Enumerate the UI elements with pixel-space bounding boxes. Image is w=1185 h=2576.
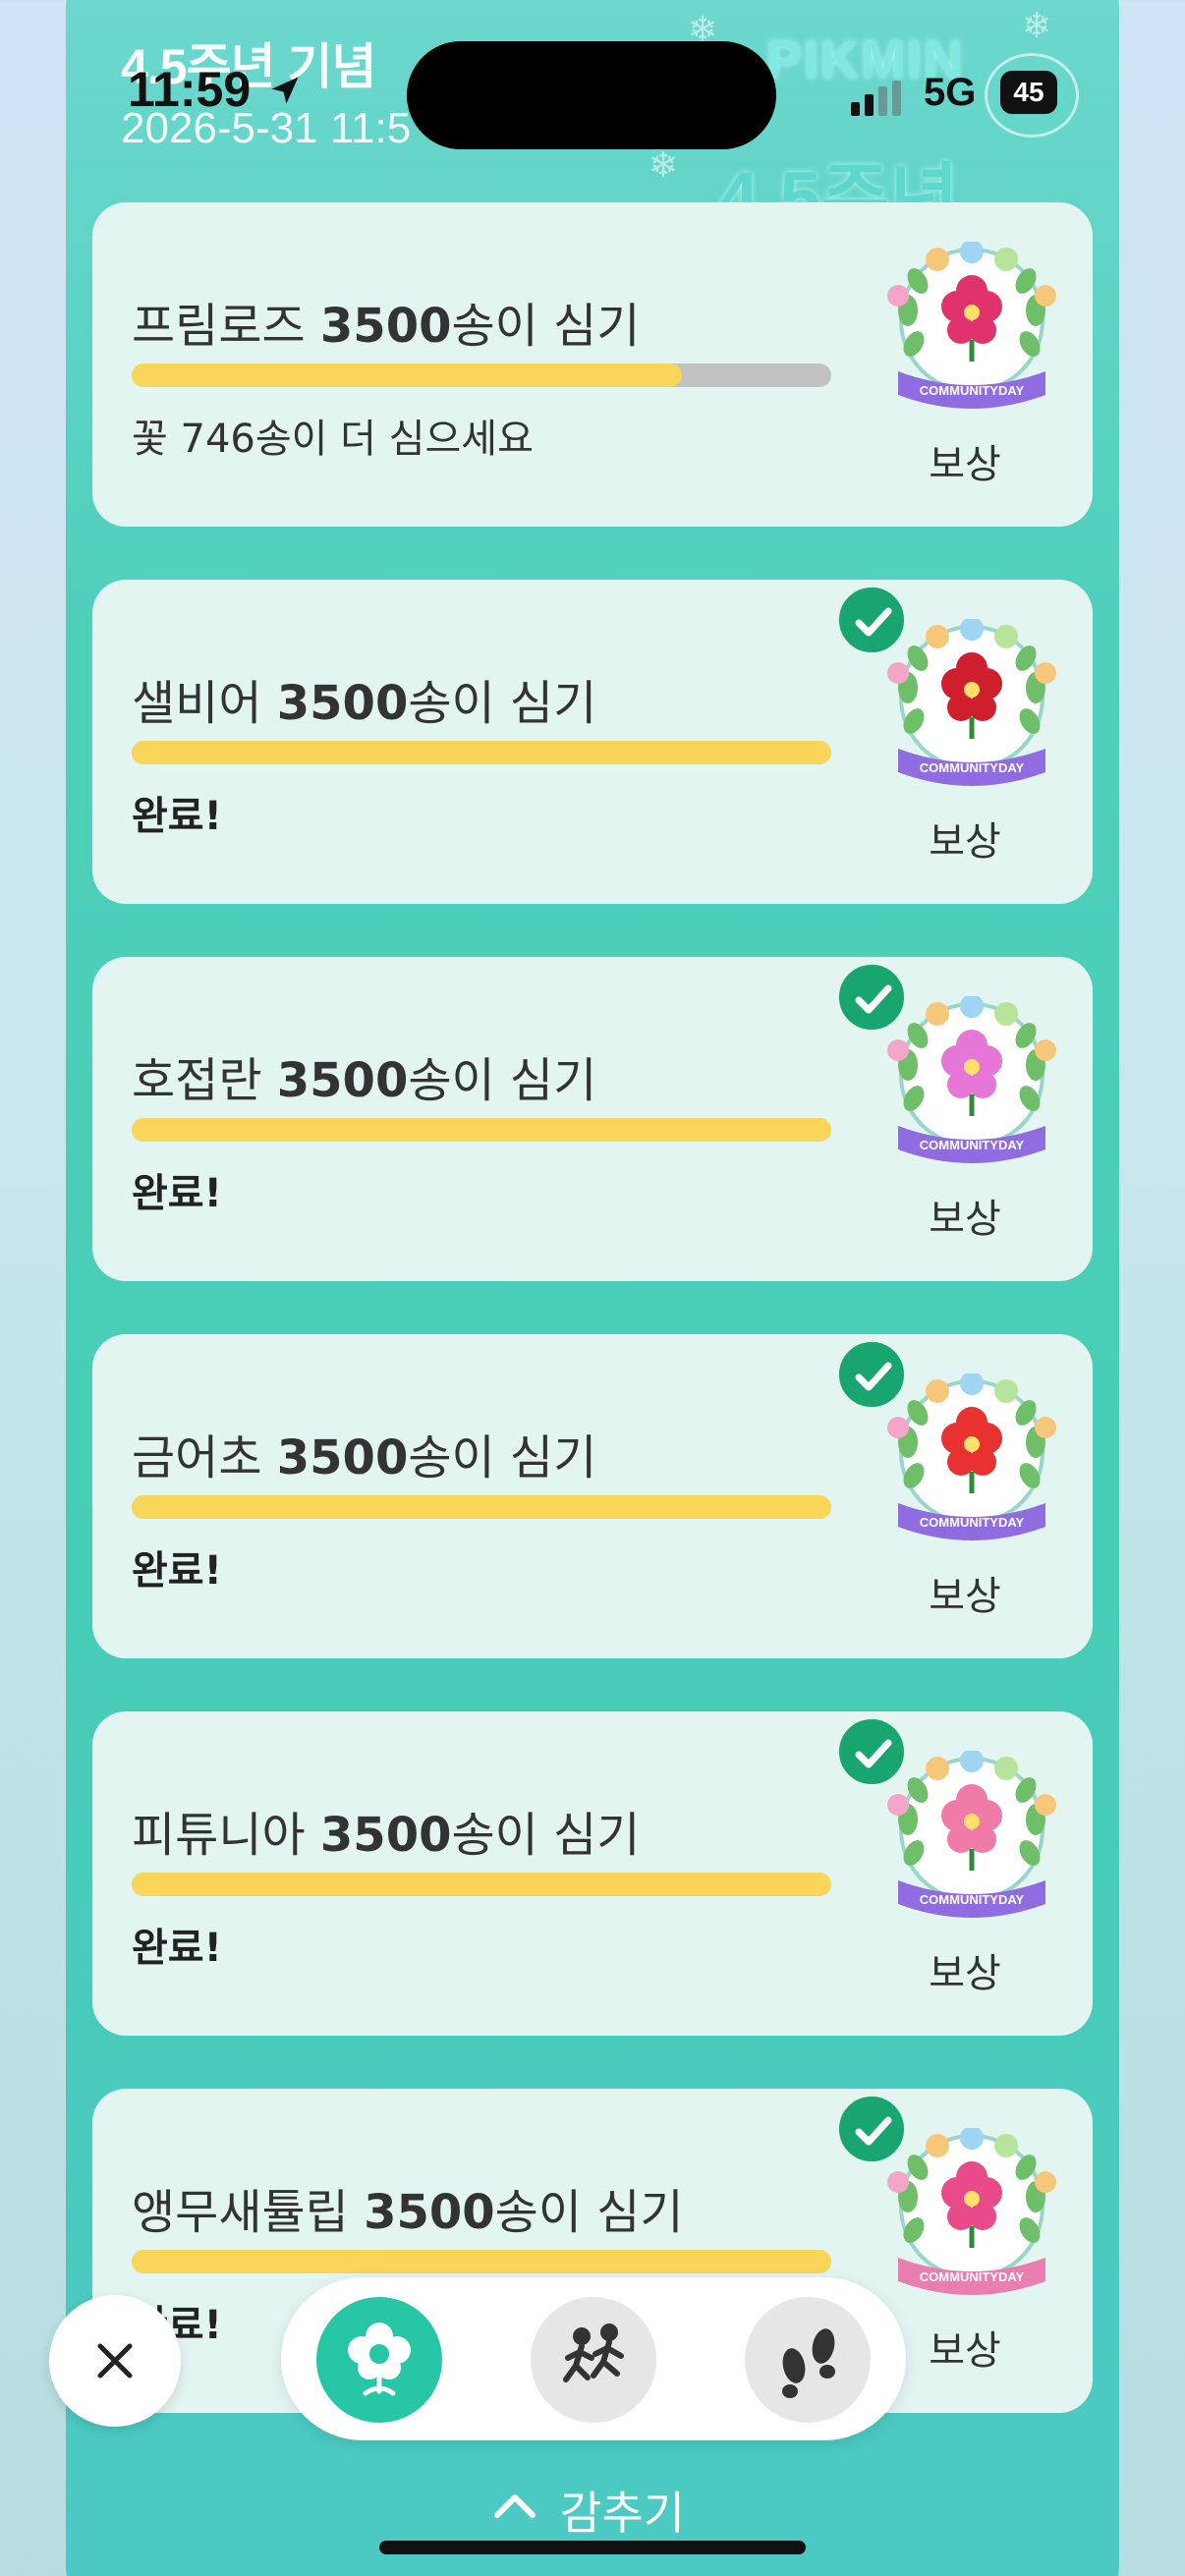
progress-bar (132, 364, 831, 387)
reward-label: 보상 (929, 1951, 1001, 1996)
flower-icon (348, 2323, 411, 2396)
challenge-status: 완료! (132, 794, 222, 839)
progress-bar (132, 1118, 831, 1142)
challenge-title: 호접란 3500송이 심기 (132, 1053, 597, 1108)
progress-bar (132, 1495, 831, 1519)
hide-label: 감추기 (560, 2487, 685, 2540)
dynamic-island (407, 41, 776, 149)
reward-label: 보상 (929, 1574, 1001, 1619)
challenge-status: 완료! (132, 1171, 222, 1216)
footprints-icon (782, 2328, 835, 2398)
completed-check-icon (835, 961, 908, 1034)
steps-mode-button[interactable] (745, 2297, 871, 2423)
badge-text: COMMUNITYDAY (920, 2269, 1025, 2284)
progress-fill (132, 1873, 831, 1896)
close-button[interactable] (49, 2295, 181, 2427)
reward-label: 보상 (929, 1197, 1001, 1242)
reward-badge-icon[interactable]: COMMUNITYDAY (878, 242, 1065, 419)
progress-fill (132, 364, 683, 387)
challenge-status: 완료! (132, 1926, 222, 1971)
completed-check-icon (835, 584, 908, 656)
challenge-card[interactable]: 금어초 3500송이 심기완료! COMMUNITYDAY 보상 (92, 1334, 1093, 1658)
reward-label: 보상 (929, 819, 1001, 865)
home-indicator[interactable] (379, 2541, 806, 2554)
challenge-title: 앵무새튤립 3500송이 심기 (132, 2185, 684, 2240)
challenge-card[interactable]: 호접란 3500송이 심기완료! COMMUNITYDAY 보상 (92, 957, 1093, 1281)
progress-bar (132, 2250, 831, 2273)
progress-fill (132, 1495, 831, 1519)
progress-fill (132, 1118, 831, 1142)
location-arrow-icon (271, 77, 299, 104)
challenge-status: 꽃 746송이 더 심으세요 (132, 417, 534, 462)
close-icon (97, 2343, 133, 2379)
walk-mode-button[interactable] (531, 2297, 656, 2423)
challenge-title: 프림로즈 3500송이 심기 (132, 299, 641, 354)
running-people-icon (563, 2324, 624, 2382)
challenge-card[interactable]: 샐비어 3500송이 심기완료! COMMUNITYDAY 보상 (92, 580, 1093, 904)
clock: 11:59 (128, 62, 252, 117)
badge-text: COMMUNITYDAY (920, 1138, 1025, 1152)
reward-badge-icon[interactable]: COMMUNITYDAY (878, 2128, 1065, 2305)
progress-fill (132, 741, 831, 764)
challenge-title: 샐비어 3500송이 심기 (132, 676, 597, 731)
reward-badge-icon[interactable]: COMMUNITYDAY (878, 1373, 1065, 1550)
completed-check-icon (835, 1715, 908, 1788)
badge-text: COMMUNITYDAY (920, 1892, 1025, 1907)
badge-text: COMMUNITYDAY (920, 760, 1025, 775)
progress-bar (132, 741, 831, 764)
mode-switcher (281, 2277, 906, 2440)
completed-check-icon (835, 2093, 908, 2165)
challenge-title: 금어초 3500송이 심기 (132, 1430, 597, 1485)
flower-mode-button[interactable] (316, 2297, 442, 2423)
status-bar: 11:59 5G 45 (0, 0, 1185, 196)
badge-text: COMMUNITYDAY (920, 1515, 1025, 1530)
reward-label: 보상 (929, 442, 1001, 487)
challenge-card[interactable]: 프림로즈 3500송이 심기꽃 746송이 더 심으세요 COMMUNITYDA… (92, 202, 1093, 527)
reward-badge-icon[interactable]: COMMUNITYDAY (878, 1751, 1065, 1928)
progress-bar (132, 1873, 831, 1896)
completed-check-icon (835, 1338, 908, 1411)
chevron-up-icon (494, 2494, 536, 2518)
network-type: 5G (924, 71, 977, 114)
badge-text: COMMUNITYDAY (920, 383, 1025, 398)
challenge-title: 피튜니아 3500송이 심기 (132, 1808, 641, 1863)
reward-badge-icon[interactable]: COMMUNITYDAY (878, 619, 1065, 796)
challenge-card[interactable]: 피튜니아 3500송이 심기완료! COMMUNITYDAY 보상 (92, 1711, 1093, 2036)
battery-icon: 45 (1000, 71, 1057, 114)
reward-badge-icon[interactable]: COMMUNITYDAY (878, 996, 1065, 1173)
challenge-status: 완료! (132, 1548, 222, 1594)
progress-fill (132, 2250, 831, 2273)
